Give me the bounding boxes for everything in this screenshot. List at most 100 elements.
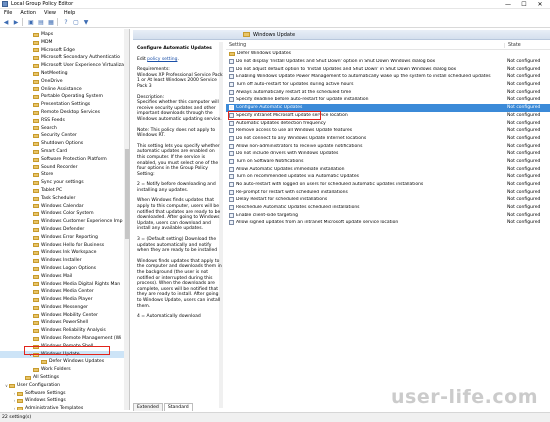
policy-setting-link[interactable]: policy setting <box>147 57 177 62</box>
tree-item[interactable]: Microsoft User Experience Virtualiza <box>0 62 126 70</box>
show-hide-tree-icon[interactable]: ▤ <box>37 18 45 26</box>
tree-item[interactable]: Sync your settings <box>0 179 126 187</box>
menu-action[interactable]: Action <box>16 10 40 16</box>
tree-item[interactable]: Work Folders <box>0 366 126 374</box>
tree-item[interactable]: Software Protection Platform <box>0 156 126 164</box>
tree-item[interactable]: NetMeeting <box>0 70 126 78</box>
list-item[interactable]: Do not include drivers with Windows Upda… <box>226 150 550 158</box>
tree-item[interactable]: Windows Error Reporting <box>0 234 126 242</box>
menu-help[interactable]: Help <box>60 10 79 16</box>
close-button[interactable]: ✕ <box>532 0 548 9</box>
list-item[interactable]: Allow Automatic Updates immediate instal… <box>226 165 550 173</box>
help-icon[interactable]: ? <box>62 18 70 26</box>
tree-item[interactable]: Shutdown Options <box>0 140 126 148</box>
tree-item[interactable]: Windows Ink Workspace <box>0 249 126 257</box>
list-item[interactable]: Reschedule Automatic Updates scheduled i… <box>226 204 550 212</box>
export-icon[interactable]: ▦ <box>47 18 55 26</box>
up-icon[interactable]: ▣ <box>27 18 35 26</box>
tree-item[interactable]: Windows Messenger <box>0 304 126 312</box>
tree-item[interactable]: Defer Windows Updates <box>0 358 126 366</box>
state-cell: Not configured <box>507 97 541 103</box>
tree-item-label: Windows Media Digital Rights Man <box>41 281 121 287</box>
tree-item[interactable]: Windows Calendar <box>0 203 126 211</box>
tree-item[interactable]: Microsoft Edge <box>0 47 126 55</box>
tree-item[interactable]: Presentation Settings <box>0 101 126 109</box>
tree-item[interactable]: Maps <box>0 31 126 39</box>
folder-icon <box>33 329 39 334</box>
list-item[interactable]: Do not connect to any Windows Update Int… <box>226 135 550 143</box>
list-item[interactable]: Turn off auto-restart for updates during… <box>226 81 550 89</box>
menu-view[interactable]: View <box>40 10 60 16</box>
state-cell: Not configured <box>507 212 541 218</box>
tree-item[interactable]: Microsoft Secondary Authenticatio <box>0 54 126 62</box>
properties-icon[interactable]: ▢ <box>72 18 80 26</box>
setting-name: Enable client-side targeting <box>236 212 299 218</box>
tree-item[interactable]: Sound Recorder <box>0 164 126 172</box>
tree-item[interactable]: All Settings <box>0 374 126 382</box>
list-item[interactable]: Automatic Updates detection frequency Not… <box>226 119 550 127</box>
tree-item[interactable]: Store <box>0 171 126 179</box>
tree-item[interactable]: Windows Media Player <box>0 296 126 304</box>
tree-item[interactable]: Windows Reliability Analysis <box>0 327 126 335</box>
list-item[interactable]: Delay Restart for scheduled installation… <box>226 196 550 204</box>
tree-item[interactable]: Windows Color System <box>0 210 126 218</box>
tree-item[interactable]: Windows PowerShell <box>0 319 126 327</box>
tree-item[interactable]: Windows Mail <box>0 273 126 281</box>
policy-setting-icon <box>229 120 234 126</box>
tree-item[interactable]: OneDrive <box>0 78 126 86</box>
tree-item[interactable]: Windows Media Digital Rights Man <box>0 281 126 289</box>
tree-item[interactable]: Portable Operating System <box>0 93 126 101</box>
policy-setting-icon <box>229 128 234 134</box>
tree-item[interactable]: Windows Installer <box>0 257 126 265</box>
tree-item[interactable]: Security Center <box>0 132 126 140</box>
folder-icon <box>33 142 39 147</box>
tree-item[interactable]: Tablet PC <box>0 187 126 195</box>
tree-scroll-thumb[interactable] <box>125 149 129 239</box>
list-item[interactable]: Do not adjust default option to 'Install… <box>226 65 550 73</box>
back-icon[interactable]: ◀ <box>2 18 10 26</box>
tab-extended[interactable]: Extended <box>133 403 163 411</box>
menu-file[interactable]: File <box>0 10 16 16</box>
tree-item[interactable]: Task Scheduler <box>0 195 126 203</box>
tree-item[interactable]: Windows Customer Experience Imp <box>0 218 126 226</box>
tree-item[interactable]: › Administrative Templates <box>0 405 126 410</box>
maximize-button[interactable]: ☐ <box>516 0 532 9</box>
tree-item[interactable]: Windows Mobility Center <box>0 312 126 320</box>
list-item[interactable]: Defer Windows Updates <box>226 50 550 58</box>
tree-item[interactable]: › Software Settings <box>0 390 126 398</box>
tree-item[interactable]: Windows Hello for Business <box>0 242 126 250</box>
tree-item[interactable]: Windows Logon Options <box>0 265 126 273</box>
tree-item[interactable]: Windows Remote Management (Wi <box>0 335 126 343</box>
list-item[interactable]: Enabling Windows Update Power Management… <box>226 73 550 81</box>
forward-icon[interactable]: ▶ <box>12 18 20 26</box>
list-item[interactable]: Remove access to use all Windows Update … <box>226 127 550 135</box>
column-setting[interactable]: Setting <box>226 43 504 48</box>
tree-item[interactable]: ∨ User Configuration <box>0 382 126 390</box>
column-state[interactable]: State <box>504 42 550 48</box>
folder-icon <box>33 32 39 37</box>
tab-standard[interactable]: Standard <box>163 403 193 411</box>
filter-icon[interactable]: ▼ <box>82 18 90 26</box>
tree-item[interactable]: › Windows Settings <box>0 397 126 405</box>
list-item[interactable]: Allow non-administrators to receive upda… <box>226 142 550 150</box>
minimize-button[interactable]: — <box>500 0 516 9</box>
tree-item[interactable]: Search <box>0 125 126 133</box>
tree-scrollbar[interactable] <box>124 29 129 410</box>
list-item[interactable]: Specify deadline before auto-restart for… <box>226 96 550 104</box>
list-item[interactable]: Allow signed updates from an intranet Mi… <box>226 219 550 227</box>
list-item[interactable]: Do not display 'Install Updates and Shut… <box>226 58 550 66</box>
policy-setting-icon <box>229 158 234 164</box>
list-item[interactable]: Re-prompt for restart with scheduled ins… <box>226 188 550 196</box>
tree-item[interactable]: MDM <box>0 39 126 47</box>
list-item[interactable]: Enable client-side targeting Not configur… <box>226 211 550 219</box>
tree-item[interactable]: Remote Desktop Services <box>0 109 126 117</box>
tree-item[interactable]: Windows Media Center <box>0 288 126 296</box>
tree-item[interactable]: Online Assistance <box>0 86 126 94</box>
list-item[interactable]: Turn on Software Notifications Not config… <box>226 158 550 166</box>
list-item[interactable]: Turn on recommended updates via Automati… <box>226 173 550 181</box>
list-item[interactable]: Always automatically restart at the sche… <box>226 88 550 96</box>
list-item[interactable]: No auto-restart with logged on users for… <box>226 181 550 189</box>
tree-item[interactable]: RSS Feeds <box>0 117 126 125</box>
tree-item[interactable]: Windows Defender <box>0 226 126 234</box>
tree-item[interactable]: Smart Card <box>0 148 126 156</box>
